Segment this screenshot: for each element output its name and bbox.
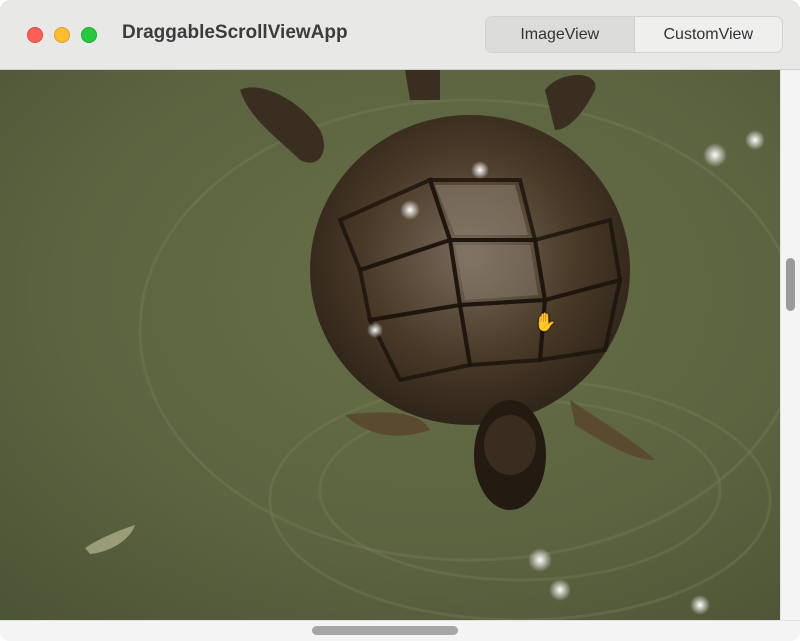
view-segmented-control: ImageView CustomView [485, 16, 783, 53]
vertical-scroll-thumb[interactable] [786, 258, 795, 311]
segment-imageview[interactable]: ImageView [486, 17, 634, 52]
window-title: DraggableScrollViewApp [122, 22, 348, 43]
zoom-window-button[interactable] [81, 27, 97, 43]
open-hand-icon: ✋ [534, 312, 557, 332]
vertical-scrollbar[interactable] [780, 70, 800, 620]
app-window: DraggableScrollViewApp ImageView CustomV… [0, 0, 800, 641]
close-window-button[interactable] [27, 27, 43, 43]
title-bar: DraggableScrollViewApp ImageView CustomV… [0, 0, 800, 70]
horizontal-scroll-thumb[interactable] [312, 626, 458, 635]
minimize-window-button[interactable] [54, 27, 70, 43]
segment-customview[interactable]: CustomView [633, 17, 783, 52]
horizontal-scrollbar[interactable] [0, 620, 800, 641]
turtle-image [0, 70, 780, 620]
draggable-scroll-view[interactable]: ✋ [0, 70, 780, 620]
